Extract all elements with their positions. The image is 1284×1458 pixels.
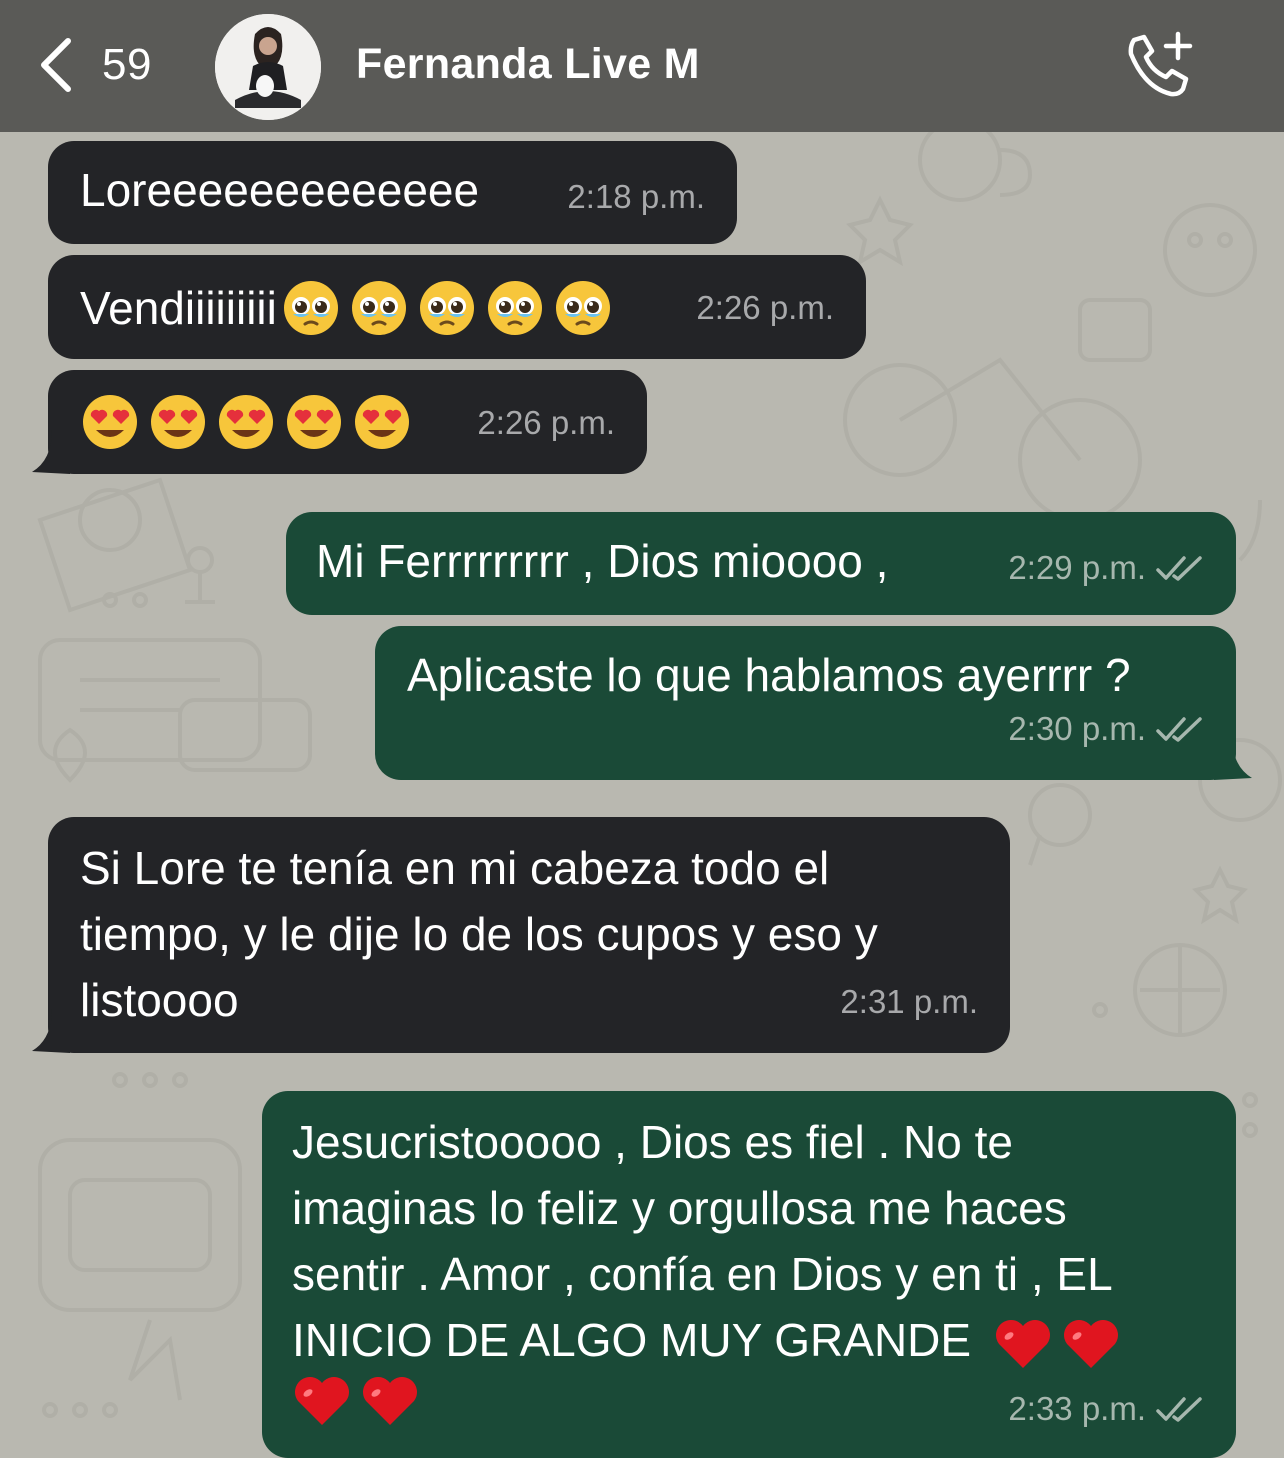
message-bubble-incoming[interactable]: Loreeeeeeeeeeeee 2:18 p.m. <box>48 141 737 244</box>
message-text: Mi Ferrrrrrrrr , Dios mioooo , <box>316 535 889 587</box>
message-time: 2:26 p.m. <box>477 404 615 441</box>
read-ticks-icon <box>1156 556 1202 581</box>
message-text: Loreeeeeeeeeeeee <box>80 164 480 216</box>
back-button[interactable]: 59 <box>36 32 186 98</box>
bubble-tail <box>1214 736 1252 780</box>
red-heart-icon <box>1064 1319 1119 1368</box>
message-line: Jesucristooooo , Dios es fiel . No te <box>292 1116 1013 1168</box>
message-text: Vendiiiiiiiii <box>80 282 277 334</box>
unread-count: 59 <box>102 40 152 89</box>
heart-eyes-face-icon <box>219 395 273 449</box>
heart-eyes-face-icon <box>287 395 341 449</box>
heart-eyes-face-icon <box>151 395 205 449</box>
message-text: Si Lore te tenía en mi cabeza todo el ti… <box>80 835 878 1033</box>
add-call-icon[interactable] <box>1120 30 1196 102</box>
message-time: 2:26 p.m. <box>696 289 834 326</box>
pleading-face-icon <box>351 281 406 335</box>
message-bubble-incoming[interactable]: 2:26 p.m. <box>48 370 647 474</box>
heart-row-a <box>985 1307 1121 1373</box>
chevron-left-icon <box>41 38 71 92</box>
emoji-row <box>283 280 623 336</box>
message-time: 2:29 p.m. <box>1008 535 1204 601</box>
bubble-tail <box>32 1009 70 1053</box>
message-text: Jesucristooooo , Dios es fiel . No te im… <box>292 1109 1121 1429</box>
message-bubble-incoming[interactable]: Si Lore te tenía en mi cabeza todo el ti… <box>48 817 1010 1053</box>
emoji-row <box>82 394 422 450</box>
read-ticks-icon <box>1156 717 1202 742</box>
message-time: 2:33 p.m. <box>1008 1376 1204 1442</box>
contact-avatar[interactable] <box>215 14 321 120</box>
message-time: 2:18 p.m. <box>567 178 705 215</box>
message-bubble-outgoing[interactable]: Mi Ferrrrrrrrr , Dios mioooo , 2:29 p.m. <box>286 512 1236 615</box>
heart-eyes-face-icon <box>83 395 137 449</box>
pleading-face-icon <box>487 281 542 335</box>
heart-row-b <box>284 1373 1121 1429</box>
message-line: sentir . Amor , confía en Dios y en ti ,… <box>292 1248 1113 1300</box>
contact-name[interactable]: Fernanda Live M <box>356 40 700 89</box>
heart-eyes-face-icon <box>355 395 409 449</box>
message-content: Vendiiiiiiiii <box>80 275 623 341</box>
red-heart-icon <box>363 1377 417 1425</box>
message-line: Si Lore te tenía en mi cabeza todo el <box>80 842 830 894</box>
message-bubble-incoming[interactable]: Vendiiiiiiiii 2:26 p.m. <box>48 255 866 359</box>
message-bubble-outgoing[interactable]: Aplicaste lo que hablamos ayerrrr ? 2:30… <box>375 626 1236 780</box>
message-line: tiempo, y le dije lo de los cupos y eso … <box>80 908 878 960</box>
pleading-face-icon <box>419 281 474 335</box>
avatar-photo <box>215 14 321 120</box>
message-line: INICIO DE ALGO MUY GRANDE <box>292 1314 972 1366</box>
chat-header: 59 Fernanda Live M <box>0 0 1284 132</box>
red-heart-icon <box>295 1377 349 1425</box>
message-line: imaginas lo feliz y orgullosa me haces <box>292 1182 1067 1234</box>
message-time: 2:30 p.m. <box>1008 696 1204 762</box>
pleading-face-icon <box>283 281 338 335</box>
message-line-with-hearts: INICIO DE ALGO MUY GRANDE <box>292 1307 1121 1373</box>
message-content <box>82 394 422 450</box>
message-line: listoooo <box>80 974 239 1026</box>
red-heart-icon <box>996 1319 1051 1368</box>
bubble-tail <box>32 430 70 474</box>
pleading-face-icon <box>555 281 610 335</box>
read-ticks-icon <box>1156 1397 1202 1422</box>
message-time: 2:31 p.m. <box>840 983 978 1020</box>
message-bubble-outgoing[interactable]: Jesucristooooo , Dios es fiel . No te im… <box>262 1091 1236 1458</box>
